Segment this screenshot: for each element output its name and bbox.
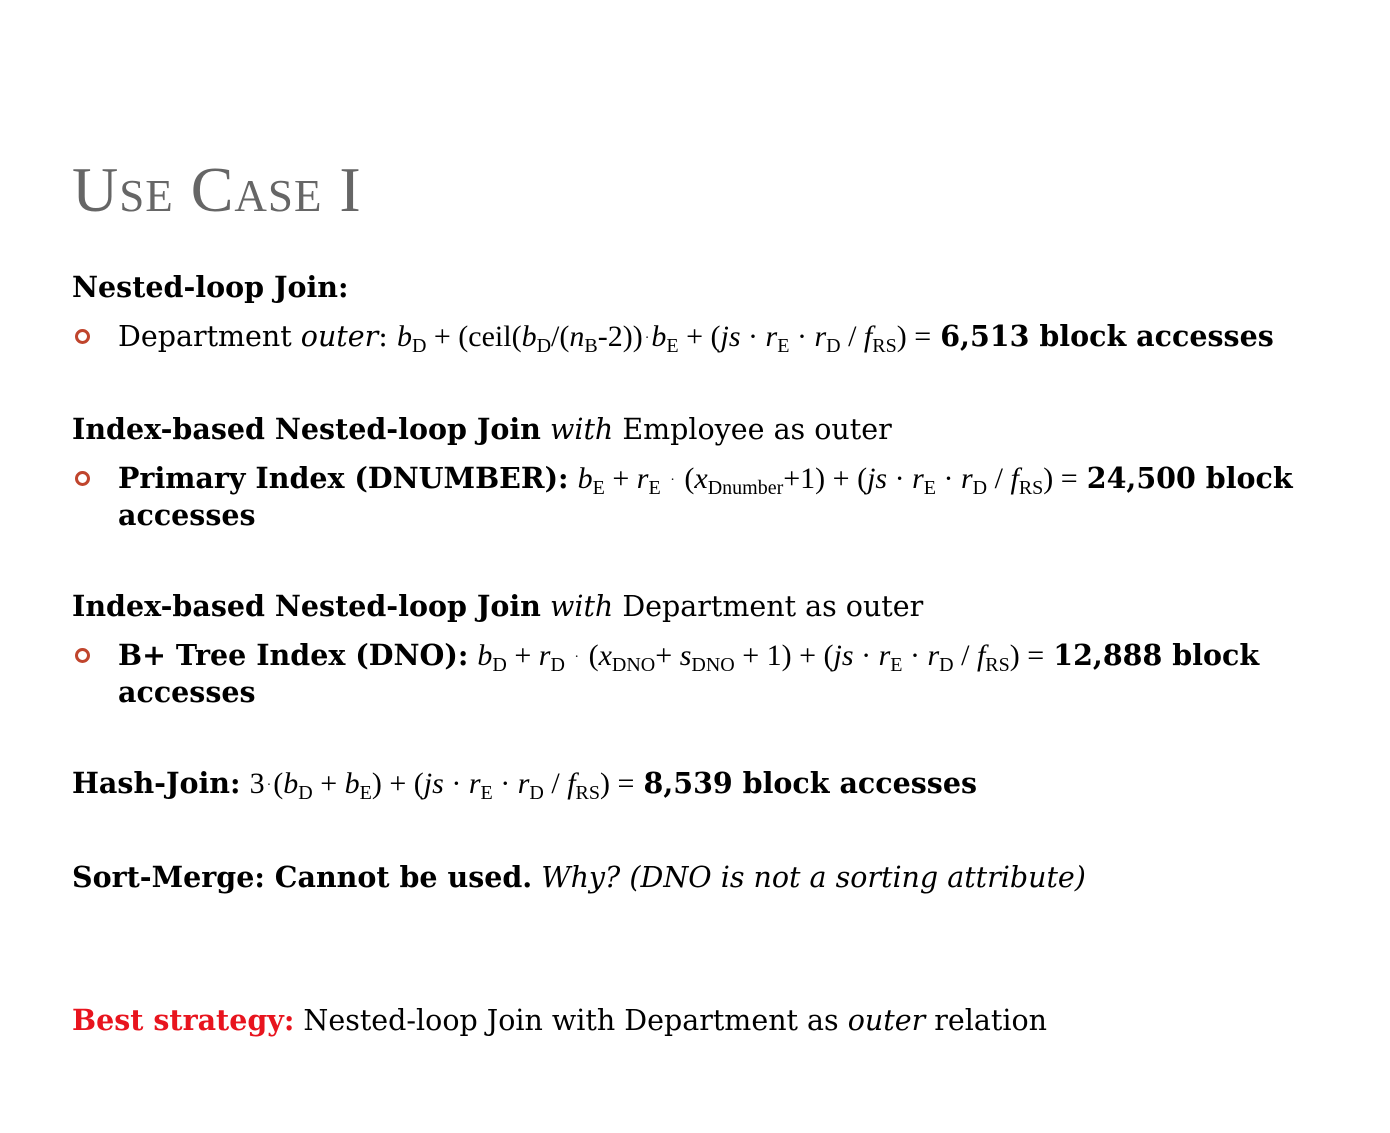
hash-join-result: 8,539 block accesses	[643, 766, 978, 800]
sort-merge-line: Sort-Merge: Cannot be used. Why? (DNO is…	[72, 860, 1086, 894]
primary-index-bullet: Primary Index (DNUMBER): bE + rE · (xDnu…	[72, 461, 1380, 533]
nested-loop-bullet: Department outer: bD + (ceil(bD/(nB-2)) ·…	[72, 319, 1380, 356]
index-nested-department-section: Index-based Nested-loop Join with Depart…	[72, 589, 1380, 710]
best-strategy-line: Best strategy: Nested-loop Join with Dep…	[72, 1003, 1047, 1037]
sort-merge-why: Why? (DNO is not a sorting attribute)	[541, 861, 1086, 894]
nested-loop-formula: bD + (ceil(bD/(nB-2)) ·bE + (js · rE · rD…	[396, 320, 932, 357]
bullet-ring-icon	[75, 471, 90, 486]
hash-join-line: Hash-Join: 3 ·(bD + bE) + (js · rE · rD /…	[72, 766, 978, 804]
index-nested-employee-section: Index-based Nested-loop Join with Employ…	[72, 412, 1380, 533]
index-nested-department-heading: Index-based Nested-loop Join with Depart…	[72, 589, 924, 623]
primary-index-formula: bE + rE · (xDnumber+1) + (js · rE · rD /…	[577, 462, 1078, 499]
btree-index-bullet: B+ Tree Index (DNO): bD + rD · (xDNO+ sD…	[72, 638, 1380, 710]
bullet-ring-icon	[75, 329, 90, 344]
hash-join-formula: 3 ·(bD + bE) + (js · rE · rD / fRS) =	[249, 767, 635, 804]
nested-loop-heading: Nested-loop Join:	[72, 270, 349, 304]
best-strategy-label: Best strategy:	[72, 1003, 295, 1037]
nested-loop-section: Nested-loop Join: Department outer: bD +…	[72, 270, 1380, 356]
nested-loop-result: 6,513 block accesses	[940, 319, 1274, 353]
slide-title: Use Case I	[72, 154, 362, 225]
index-nested-employee-heading: Index-based Nested-loop Join with Employ…	[72, 412, 892, 446]
bullet-ring-icon	[75, 648, 90, 663]
btree-index-formula: bD + rD · (xDNO+ sDNO + 1) + (js · rE · …	[477, 639, 1045, 676]
